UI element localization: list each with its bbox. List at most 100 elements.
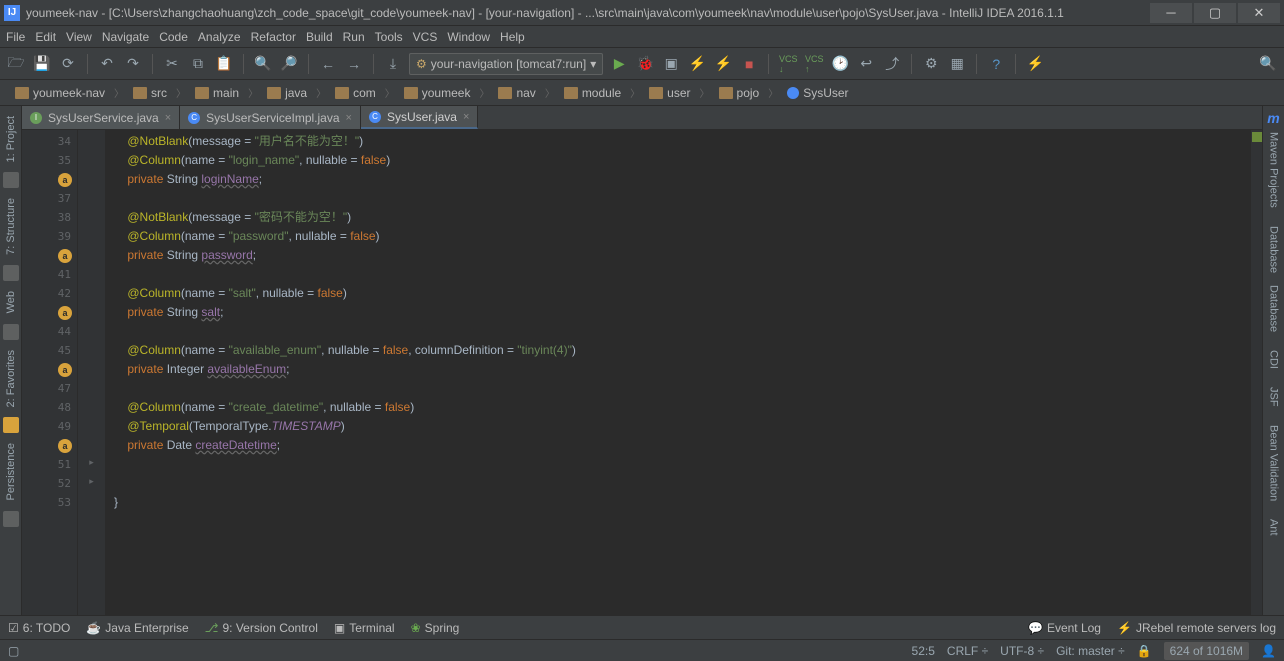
line-number[interactable]: 37: [22, 189, 77, 208]
refresh-icon[interactable]: ⟳: [58, 54, 78, 74]
maven-m-icon[interactable]: m: [1267, 110, 1279, 126]
code-line[interactable]: private Integer availableEnum;: [114, 360, 1250, 379]
close-tab-icon[interactable]: ×: [463, 111, 469, 123]
close-button[interactable]: ✕: [1238, 3, 1280, 23]
close-tab-icon[interactable]: ×: [165, 112, 171, 124]
tool-beanval[interactable]: Bean Validation: [1266, 419, 1282, 507]
code-line[interactable]: private String password;: [114, 246, 1250, 265]
line-number[interactable]: 41: [22, 265, 77, 284]
crumb-user[interactable]: user: [642, 85, 697, 101]
jrebel-run-icon[interactable]: ⚡: [687, 54, 707, 74]
editor-tab[interactable]: CSysUser.java×: [361, 106, 478, 129]
vcs-history-icon[interactable]: 🕑: [830, 54, 850, 74]
tool-event-log[interactable]: 💬Event Log: [1028, 621, 1101, 635]
forward-icon[interactable]: →: [344, 54, 364, 74]
menu-help[interactable]: Help: [500, 30, 525, 44]
fold-mark[interactable]: [78, 225, 105, 244]
vcs-revert-icon[interactable]: ↩: [856, 54, 876, 74]
fold-mark[interactable]: [78, 130, 105, 149]
code-line[interactable]: }: [114, 493, 1250, 512]
crumb-youmeek[interactable]: youmeek: [397, 85, 478, 101]
crumb-pojo[interactable]: pojo: [712, 85, 767, 101]
file-encoding[interactable]: UTF-8 ÷: [1000, 644, 1044, 658]
line-number[interactable]: 35: [22, 151, 77, 170]
line-number[interactable]: 44: [22, 322, 77, 341]
fold-mark[interactable]: [78, 301, 105, 320]
menu-build[interactable]: Build: [306, 30, 333, 44]
code-line[interactable]: [114, 189, 1250, 208]
git-branch[interactable]: Git: master ÷: [1056, 644, 1125, 658]
line-number[interactable]: 46a: [22, 360, 77, 379]
persistence-icon[interactable]: [3, 511, 19, 527]
coverage-icon[interactable]: ▣: [661, 54, 681, 74]
crumb-java[interactable]: java: [260, 85, 314, 101]
project-structure-icon[interactable]: ▦: [947, 54, 967, 74]
stop-icon[interactable]: ■: [739, 54, 759, 74]
code-line[interactable]: private Date createDatetime;: [114, 436, 1250, 455]
crumb-src[interactable]: src: [126, 85, 174, 101]
settings-icon[interactable]: ⚙: [921, 54, 941, 74]
fold-mark[interactable]: [78, 206, 105, 225]
accessor-mark-icon[interactable]: a: [58, 173, 72, 187]
fold-gutter[interactable]: ▸▸: [78, 130, 106, 615]
editor-tab[interactable]: CSysUserServiceImpl.java×: [180, 106, 361, 129]
code-line[interactable]: [114, 322, 1250, 341]
fold-mark[interactable]: [78, 396, 105, 415]
tool-database[interactable]: Database: [1266, 220, 1282, 279]
inspection-profile-icon[interactable]: 👤: [1261, 644, 1276, 658]
fold-mark[interactable]: [78, 491, 105, 510]
menu-navigate[interactable]: Navigate: [102, 30, 149, 44]
run-config-selector[interactable]: ⚙ your-navigation [tomcat7:run] ▾: [409, 53, 603, 75]
fold-mark[interactable]: [78, 358, 105, 377]
error-stripe[interactable]: [1250, 130, 1262, 615]
code-line[interactable]: @Column(name = "create_datetime", nullab…: [114, 398, 1250, 417]
tool-web[interactable]: Web: [3, 285, 19, 319]
make-icon[interactable]: ⤓: [383, 54, 403, 74]
tool-java-enterprise[interactable]: ☕Java Enterprise: [86, 621, 188, 635]
fold-mark[interactable]: [78, 434, 105, 453]
accessor-mark-icon[interactable]: a: [58, 363, 72, 377]
replace-icon[interactable]: 🔎: [279, 54, 299, 74]
fold-mark[interactable]: ▸: [78, 472, 105, 491]
code-line[interactable]: private String salt;: [114, 303, 1250, 322]
structure-icon[interactable]: [3, 265, 19, 281]
quick-panel-icon[interactable]: ▢: [8, 644, 19, 658]
vcs-push-icon[interactable]: ⤴: [882, 54, 902, 74]
code-line[interactable]: @Column(name = "login_name", nullable = …: [114, 151, 1250, 170]
menu-refactor[interactable]: Refactor: [251, 30, 296, 44]
help-icon[interactable]: ?: [986, 54, 1006, 74]
crumb-module[interactable]: module: [557, 85, 628, 101]
tool-structure[interactable]: 7: Structure: [3, 192, 19, 261]
undo-icon[interactable]: ↶: [97, 54, 117, 74]
fold-mark[interactable]: [78, 168, 105, 187]
code-line[interactable]: [114, 455, 1250, 474]
redo-icon[interactable]: ↷: [123, 54, 143, 74]
line-number[interactable]: 52: [22, 474, 77, 493]
tool-version-control[interactable]: ⎇9: Version Control: [205, 621, 318, 635]
tool-persistence[interactable]: Persistence: [3, 437, 19, 506]
code-line[interactable]: @Column(name = "password", nullable = fa…: [114, 227, 1250, 246]
code-line[interactable]: @NotBlank(message = "密码不能为空！"): [114, 208, 1250, 227]
fold-mark[interactable]: [78, 415, 105, 434]
favorites-icon[interactable]: [3, 417, 19, 433]
fold-mark[interactable]: [78, 149, 105, 168]
menu-view[interactable]: View: [66, 30, 92, 44]
cursor-position[interactable]: 52:5: [912, 644, 935, 658]
tool-cdi[interactable]: CDI: [1266, 344, 1282, 375]
line-number[interactable]: 42: [22, 284, 77, 303]
tool-maven[interactable]: Maven Projects: [1266, 126, 1282, 214]
crumb-com[interactable]: com: [328, 85, 383, 101]
menu-analyze[interactable]: Analyze: [198, 30, 241, 44]
line-number[interactable]: 47: [22, 379, 77, 398]
code-line[interactable]: [114, 265, 1250, 284]
line-number[interactable]: 39: [22, 227, 77, 246]
tool-favorites[interactable]: 2: Favorites: [3, 344, 19, 413]
run-icon[interactable]: ▶: [609, 54, 629, 74]
save-icon[interactable]: 💾: [32, 54, 52, 74]
cut-icon[interactable]: ✂: [162, 54, 182, 74]
tool-project[interactable]: 1: Project: [3, 110, 19, 168]
tool-ant[interactable]: Ant: [1266, 513, 1282, 542]
back-icon[interactable]: ←: [318, 54, 338, 74]
crumb-nav[interactable]: nav: [491, 85, 542, 101]
line-number[interactable]: 40a: [22, 246, 77, 265]
